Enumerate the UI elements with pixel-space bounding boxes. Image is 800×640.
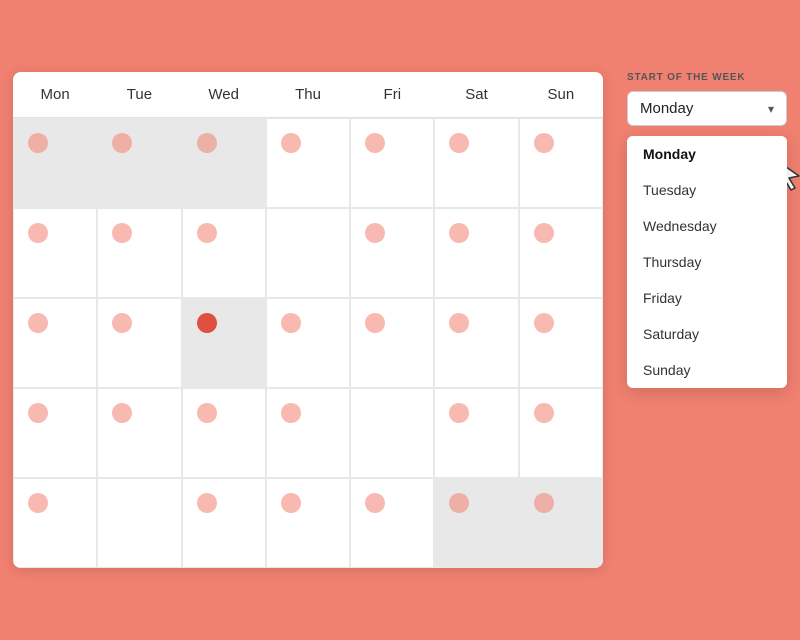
- calendar-cell[interactable]: [350, 388, 434, 478]
- event-dot: [28, 223, 48, 243]
- event-dot: [281, 493, 301, 513]
- event-dot: [28, 403, 48, 423]
- event-dot: [365, 313, 385, 333]
- calendar-cell[interactable]: [13, 298, 97, 388]
- calendar-header-cell: Thu: [266, 72, 350, 118]
- calendar-cell[interactable]: [266, 478, 350, 568]
- event-dot: [112, 313, 132, 333]
- calendar-header-cell: Tue: [97, 72, 181, 118]
- calendar-cell[interactable]: [97, 118, 181, 208]
- calendar-header-cell: Fri: [350, 72, 434, 118]
- calendar-cell[interactable]: [266, 208, 350, 298]
- dropdown-item[interactable]: Friday: [627, 280, 787, 316]
- event-dot: [449, 403, 469, 423]
- calendar-header-cell: Wed: [182, 72, 266, 118]
- event-dot: [449, 223, 469, 243]
- event-dot: [197, 403, 217, 423]
- calendar: MonTueWedThuFriSatSun: [13, 72, 603, 568]
- calendar-cell[interactable]: [97, 478, 181, 568]
- event-dot: [449, 493, 469, 513]
- event-dot: [281, 313, 301, 333]
- calendar-cell[interactable]: [266, 118, 350, 208]
- calendar-body: [13, 118, 603, 568]
- calendar-header-cell: Mon: [13, 72, 97, 118]
- main-container: MonTueWedThuFriSatSun START OF THE WEEK …: [13, 72, 787, 568]
- event-dot: [112, 133, 132, 153]
- event-dot: [28, 493, 48, 513]
- calendar-cell[interactable]: [350, 478, 434, 568]
- dropdown-item[interactable]: Saturday: [627, 316, 787, 352]
- calendar-cell[interactable]: [434, 478, 518, 568]
- dropdown-item[interactable]: Sunday: [627, 352, 787, 388]
- event-dot: [112, 403, 132, 423]
- dropdown-item[interactable]: Wednesday: [627, 208, 787, 244]
- calendar-cell[interactable]: [519, 118, 603, 208]
- calendar-cell[interactable]: [519, 298, 603, 388]
- event-dot: [281, 133, 301, 153]
- calendar-cell[interactable]: [434, 298, 518, 388]
- dropdown-value: Monday: [640, 100, 693, 117]
- sidebar: START OF THE WEEK Monday ▾ MondayTuesday…: [627, 72, 787, 126]
- calendar-cell[interactable]: [519, 208, 603, 298]
- calendar-cell[interactable]: [182, 118, 266, 208]
- calendar-cell[interactable]: [434, 388, 518, 478]
- event-dot: [281, 403, 301, 423]
- calendar-cell[interactable]: [97, 298, 181, 388]
- dropdown-button[interactable]: Monday ▾: [627, 91, 787, 126]
- calendar-cell[interactable]: [97, 388, 181, 478]
- calendar-cell[interactable]: [13, 118, 97, 208]
- calendar-cell[interactable]: [13, 208, 97, 298]
- event-dot: [365, 133, 385, 153]
- calendar-cell[interactable]: [434, 208, 518, 298]
- calendar-header-cell: Sat: [434, 72, 518, 118]
- calendar-cell[interactable]: [266, 388, 350, 478]
- dropdown-item[interactable]: Thursday: [627, 244, 787, 280]
- event-dot: [28, 313, 48, 333]
- event-dot: [449, 133, 469, 153]
- calendar-cell[interactable]: [350, 118, 434, 208]
- calendar-cell[interactable]: [13, 478, 97, 568]
- event-dot: [197, 493, 217, 513]
- event-dot: [534, 223, 554, 243]
- calendar-cell[interactable]: [182, 208, 266, 298]
- calendar-cell[interactable]: [350, 208, 434, 298]
- calendar-cell[interactable]: [434, 118, 518, 208]
- calendar-cell[interactable]: [182, 298, 266, 388]
- calendar-cell[interactable]: [13, 388, 97, 478]
- event-dot: [197, 133, 217, 153]
- calendar-cell[interactable]: [182, 478, 266, 568]
- calendar-header-cell: Sun: [519, 72, 603, 118]
- calendar-header: MonTueWedThuFriSatSun: [13, 72, 603, 118]
- event-dot: [197, 223, 217, 243]
- event-dot: [365, 223, 385, 243]
- event-dot: [28, 133, 48, 153]
- calendar-cell[interactable]: [97, 208, 181, 298]
- calendar-cell[interactable]: [519, 478, 603, 568]
- event-dot: [112, 223, 132, 243]
- dropdown-menu: MondayTuesdayWednesdayThursdayFridaySatu…: [627, 136, 787, 388]
- event-dot: [534, 133, 554, 153]
- calendar-cell[interactable]: [182, 388, 266, 478]
- dropdown-item[interactable]: Tuesday: [627, 172, 787, 208]
- event-dot: [449, 313, 469, 333]
- event-dot: [365, 493, 385, 513]
- event-dot: [534, 313, 554, 333]
- dropdown-item[interactable]: Monday: [627, 136, 787, 172]
- event-dot: [534, 403, 554, 423]
- chevron-down-icon: ▾: [768, 102, 774, 116]
- calendar-cell[interactable]: [350, 298, 434, 388]
- event-dot: [534, 493, 554, 513]
- active-dot: [197, 313, 217, 333]
- calendar-cell[interactable]: [266, 298, 350, 388]
- start-of-week-label: START OF THE WEEK: [627, 72, 787, 83]
- calendar-cell[interactable]: [519, 388, 603, 478]
